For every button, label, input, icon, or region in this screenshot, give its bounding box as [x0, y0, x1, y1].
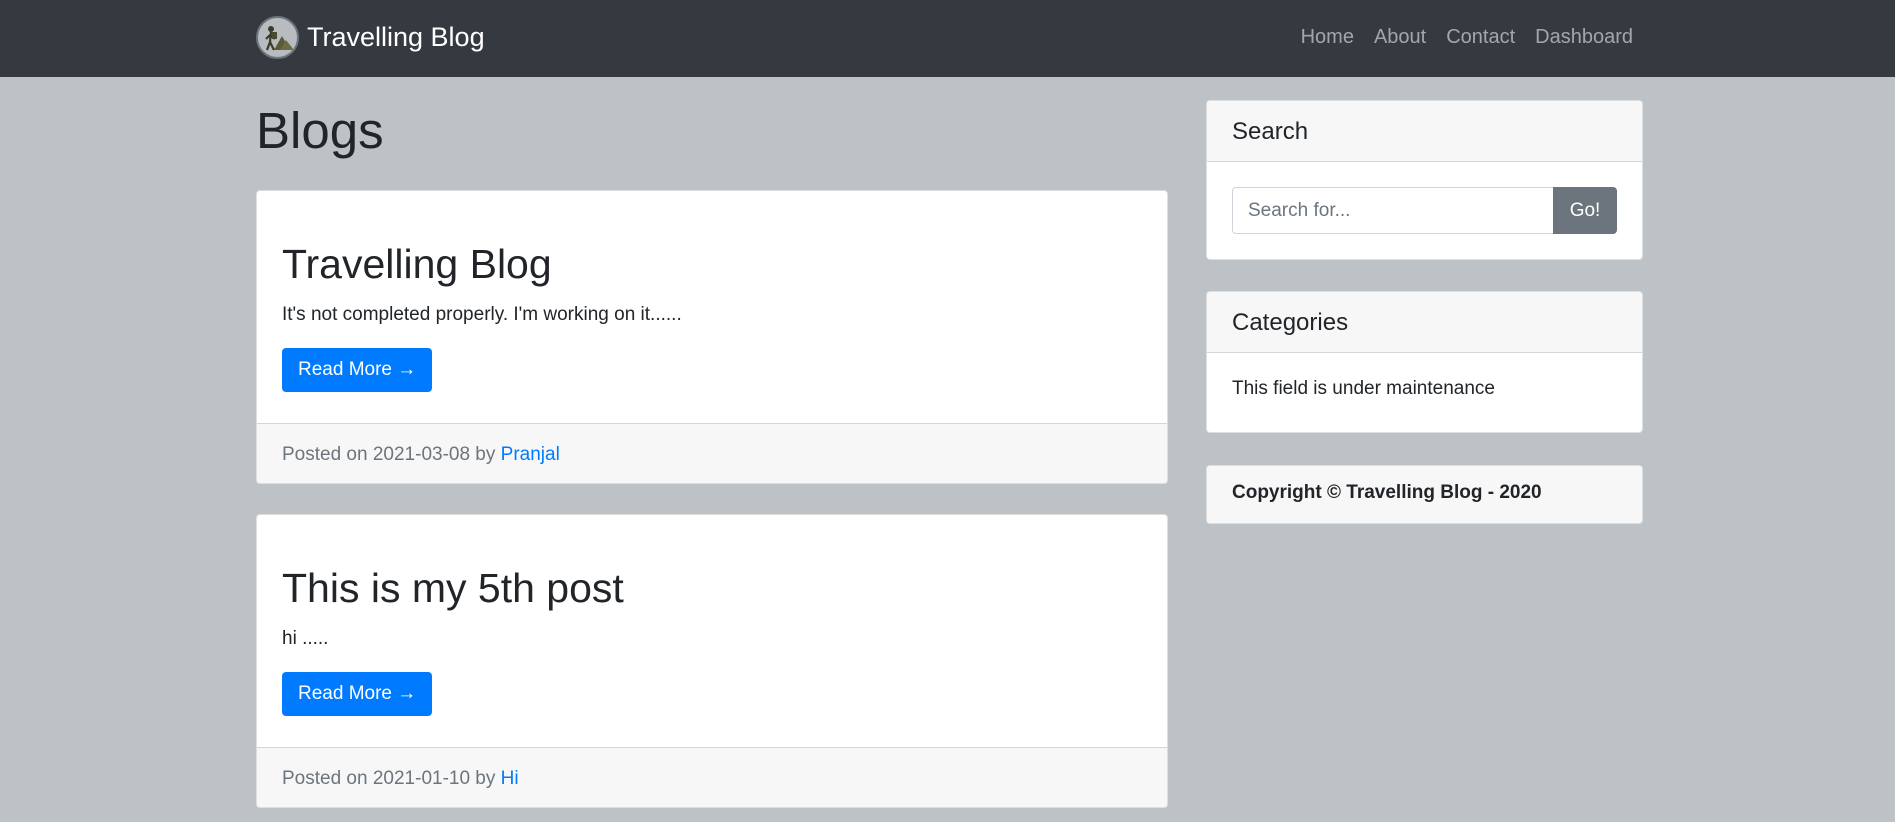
categories-text: This field is under maintenance — [1232, 378, 1495, 399]
read-more-button[interactable]: Read More → — [282, 348, 433, 392]
nav-dashboard[interactable]: Dashboard — [1535, 26, 1633, 49]
search-go-button[interactable]: Go! — [1553, 187, 1617, 234]
post-excerpt: hi ..... — [282, 628, 329, 649]
search-widget-body: Go! — [1207, 162, 1642, 259]
blog-post-card: Travelling Blog It's not completed prope… — [256, 190, 1168, 484]
categories-widget: Categories This field is under maintenan… — [1206, 291, 1643, 433]
page-title: Blogs — [256, 102, 384, 159]
search-row: Go! — [1232, 187, 1617, 234]
post-meta: Posted on 2021-03-08 by — [282, 444, 496, 465]
brand-link[interactable]: Travelling Blog — [256, 16, 485, 59]
author-link[interactable]: Pranjal — [501, 444, 560, 465]
nav-home[interactable]: Home — [1301, 26, 1354, 49]
search-input[interactable] — [1232, 187, 1553, 234]
copyright-text: Copyright © Travelling Blog - 2020 — [1207, 466, 1642, 523]
search-widget: Search Go! — [1206, 100, 1643, 260]
nav-about[interactable]: About — [1374, 26, 1426, 49]
categories-widget-body: This field is under maintenance — [1207, 353, 1642, 425]
brand-name: Travelling Blog — [307, 22, 485, 52]
post-body: Travelling Blog It's not completed prope… — [257, 191, 1167, 423]
nav-links: Home About Contact Dashboard — [1301, 26, 1633, 49]
post-body: This is my 5th post hi ..... Read More → — [257, 515, 1167, 747]
post-footer: Posted on 2021-03-08 by Pranjal — [257, 423, 1167, 483]
post-footer: Posted on 2021-01-10 by Hi — [257, 747, 1167, 807]
post-meta: Posted on 2021-01-10 by — [282, 768, 496, 789]
nav-contact[interactable]: Contact — [1446, 26, 1515, 49]
navbar: Travelling Blog Home About Contact Dashb… — [0, 0, 1895, 77]
search-widget-title: Search — [1207, 101, 1642, 162]
traveller-logo-icon — [256, 16, 299, 59]
post-title: Travelling Blog — [282, 241, 552, 287]
read-more-button[interactable]: Read More → — [282, 672, 433, 716]
copyright-widget: Copyright © Travelling Blog - 2020 — [1206, 465, 1643, 524]
categories-widget-title: Categories — [1207, 292, 1642, 353]
post-title: This is my 5th post — [282, 565, 624, 611]
author-link[interactable]: Hi — [501, 768, 519, 789]
blog-post-card: This is my 5th post hi ..... Read More →… — [256, 514, 1168, 808]
post-excerpt: It's not completed properly. I'm working… — [282, 304, 682, 325]
